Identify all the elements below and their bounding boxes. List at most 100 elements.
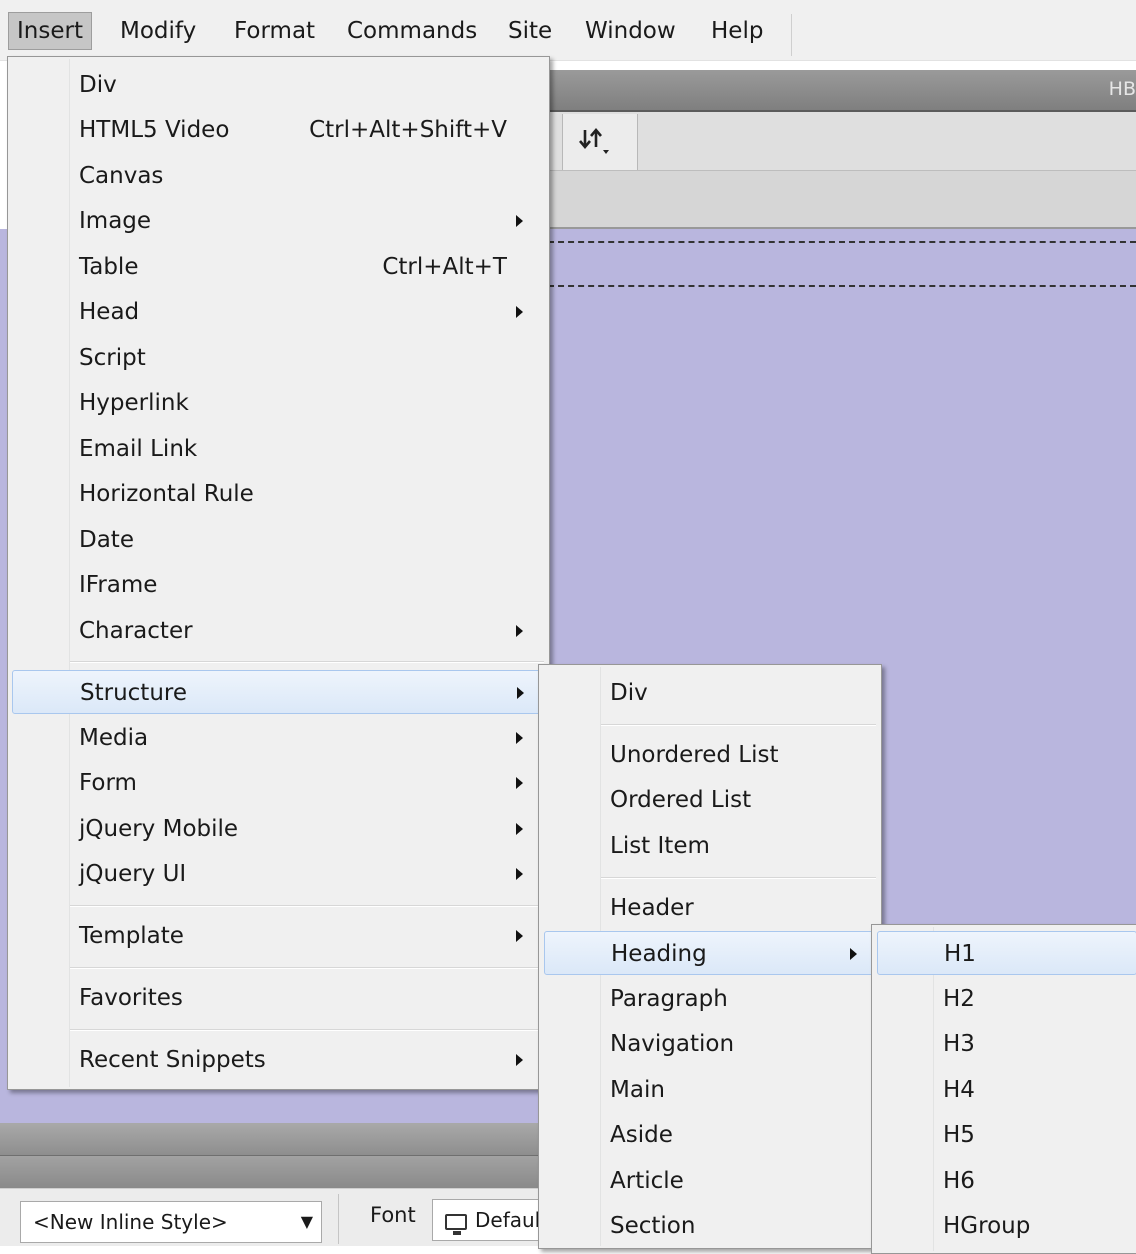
menu-item-unordered-list[interactable]: Unordered List — [539, 733, 881, 777]
menu-item-label: Paragraph — [610, 986, 728, 1012]
menu-item-label: Structure — [80, 680, 187, 706]
menu-item-html5-video[interactable]: HTML5 Video Ctrl+Alt+Shift+V — [8, 108, 549, 152]
menu-separator — [70, 1029, 544, 1031]
menu-item-media[interactable]: Media — [8, 716, 549, 760]
menu-item-jquery-ui[interactable]: jQuery UI — [8, 852, 549, 896]
menu-item-recent-snippets[interactable]: Recent Snippets — [8, 1038, 549, 1082]
menu-item-label: Media — [79, 725, 149, 751]
menu-item-h6[interactable]: H6 — [872, 1159, 1136, 1203]
menu-item-table[interactable]: Table Ctrl+Alt+T — [8, 245, 549, 289]
menu-insert[interactable]: Insert — [8, 12, 92, 50]
menu-item-form[interactable]: Form — [8, 761, 549, 805]
menu-item-label: Image — [79, 208, 152, 234]
submenu-arrow-icon — [516, 930, 523, 942]
document-toolbar — [548, 112, 1136, 171]
menu-item-hyperlink[interactable]: Hyperlink — [8, 381, 549, 425]
sort-button[interactable] — [562, 114, 638, 170]
menu-item-h4[interactable]: H4 — [872, 1068, 1136, 1112]
menu-item-character[interactable]: Character — [8, 609, 549, 653]
menu-item-label: H1 — [944, 941, 976, 967]
menu-item-label: Hyperlink — [79, 390, 189, 416]
menu-item-head[interactable]: Head — [8, 290, 549, 334]
menu-item-shortcut: Ctrl+Alt+T — [382, 254, 507, 280]
menu-item-horizontal-rule[interactable]: Horizontal Rule — [8, 472, 549, 516]
menu-item-paragraph[interactable]: Paragraph — [539, 977, 881, 1021]
menu-item-label: jQuery UI — [79, 861, 187, 887]
menu-separator — [70, 967, 544, 969]
element-outline-top — [548, 241, 1136, 243]
menu-item-date[interactable]: Date — [8, 518, 549, 562]
panel-bar-label: HB — [1108, 78, 1136, 100]
menu-item-label: Canvas — [79, 163, 164, 189]
menu-item-label: Heading — [611, 941, 707, 967]
monitor-icon — [445, 1213, 467, 1235]
menu-separator — [601, 724, 876, 726]
menu-item-label: H2 — [943, 986, 975, 1012]
submenu-arrow-icon — [850, 948, 857, 960]
menu-item-label: Header — [610, 895, 694, 921]
menu-item-label: jQuery Mobile — [79, 816, 239, 842]
menu-item-article[interactable]: Article — [539, 1159, 881, 1203]
menu-item-structure[interactable]: Structure — [12, 670, 547, 714]
heading-submenu: H1 H2 H3 H4 H5 H6 HGroup — [871, 924, 1136, 1254]
menu-item-label: Form — [79, 770, 137, 796]
menu-item-label: Ordered List — [610, 787, 752, 813]
menu-item-div[interactable]: Div — [8, 63, 549, 107]
element-outline-bottom — [548, 285, 1136, 287]
menu-item-label: H4 — [943, 1077, 975, 1103]
menu-item-label: Div — [610, 680, 648, 706]
menu-item-h2[interactable]: H2 — [872, 977, 1136, 1021]
menu-help[interactable]: Help — [703, 12, 771, 50]
menu-item-div[interactable]: Div — [539, 671, 881, 715]
menu-item-navigation[interactable]: Navigation — [539, 1022, 881, 1066]
menu-item-label: Script — [79, 345, 146, 371]
inline-style-value: <New Inline Style> — [33, 1210, 228, 1234]
menu-modify[interactable]: Modify — [112, 12, 204, 50]
menu-item-iframe[interactable]: IFrame — [8, 563, 549, 607]
menu-item-heading[interactable]: Heading — [544, 931, 877, 975]
menu-item-ordered-list[interactable]: Ordered List — [539, 778, 881, 822]
sort-icon — [579, 127, 609, 154]
insert-menu: Div HTML5 Video Ctrl+Alt+Shift+V Canvas … — [7, 56, 550, 1090]
menu-item-email-link[interactable]: Email Link — [8, 427, 549, 471]
menu-item-image[interactable]: Image — [8, 199, 549, 243]
submenu-arrow-icon — [516, 215, 523, 227]
menu-item-label: IFrame — [79, 572, 158, 598]
menu-item-script[interactable]: Script — [8, 336, 549, 380]
menu-item-section[interactable]: Section — [539, 1204, 881, 1248]
menu-window[interactable]: Window — [577, 12, 684, 50]
menu-separator — [70, 905, 544, 907]
submenu-arrow-icon — [516, 732, 523, 744]
menu-item-list-item[interactable]: List Item — [539, 824, 881, 868]
menu-format[interactable]: Format — [226, 12, 323, 50]
font-label: Font — [370, 1203, 416, 1227]
menu-item-label: Character — [79, 618, 193, 644]
menu-separator — [70, 661, 544, 663]
menu-item-label: Email Link — [79, 436, 198, 462]
menu-item-hgroup[interactable]: HGroup — [872, 1204, 1136, 1248]
menu-item-h3[interactable]: H3 — [872, 1022, 1136, 1066]
menu-item-h5[interactable]: H5 — [872, 1113, 1136, 1157]
structure-submenu: Div Unordered List Ordered List List Ite… — [538, 664, 882, 1249]
submenu-arrow-icon — [517, 687, 524, 699]
menu-item-jquery-mobile[interactable]: jQuery Mobile — [8, 807, 549, 851]
menu-item-header[interactable]: Header — [539, 886, 881, 930]
properties-separator — [338, 1194, 339, 1244]
inline-style-select[interactable]: <New Inline Style> ▼ — [20, 1201, 322, 1243]
menu-item-main[interactable]: Main — [539, 1068, 881, 1112]
menu-item-canvas[interactable]: Canvas — [8, 154, 549, 198]
menu-item-label: H3 — [943, 1031, 975, 1057]
menu-site[interactable]: Site — [500, 12, 560, 50]
menu-item-template[interactable]: Template — [8, 914, 549, 958]
menu-item-favorites[interactable]: Favorites — [8, 976, 549, 1020]
dropdown-arrow-icon: ▼ — [300, 1212, 313, 1231]
submenu-arrow-icon — [516, 777, 523, 789]
menu-item-aside[interactable]: Aside — [539, 1113, 881, 1157]
document-subbar — [548, 171, 1136, 229]
menu-item-label: Article — [610, 1168, 684, 1194]
menu-item-label: Horizontal Rule — [79, 481, 254, 507]
menubar: Insert Modify Format Commands Site Windo… — [0, 0, 1136, 61]
menu-commands[interactable]: Commands — [339, 12, 485, 50]
menu-item-h1[interactable]: H1 — [877, 931, 1136, 975]
document-panel-bar: HB — [548, 70, 1136, 112]
